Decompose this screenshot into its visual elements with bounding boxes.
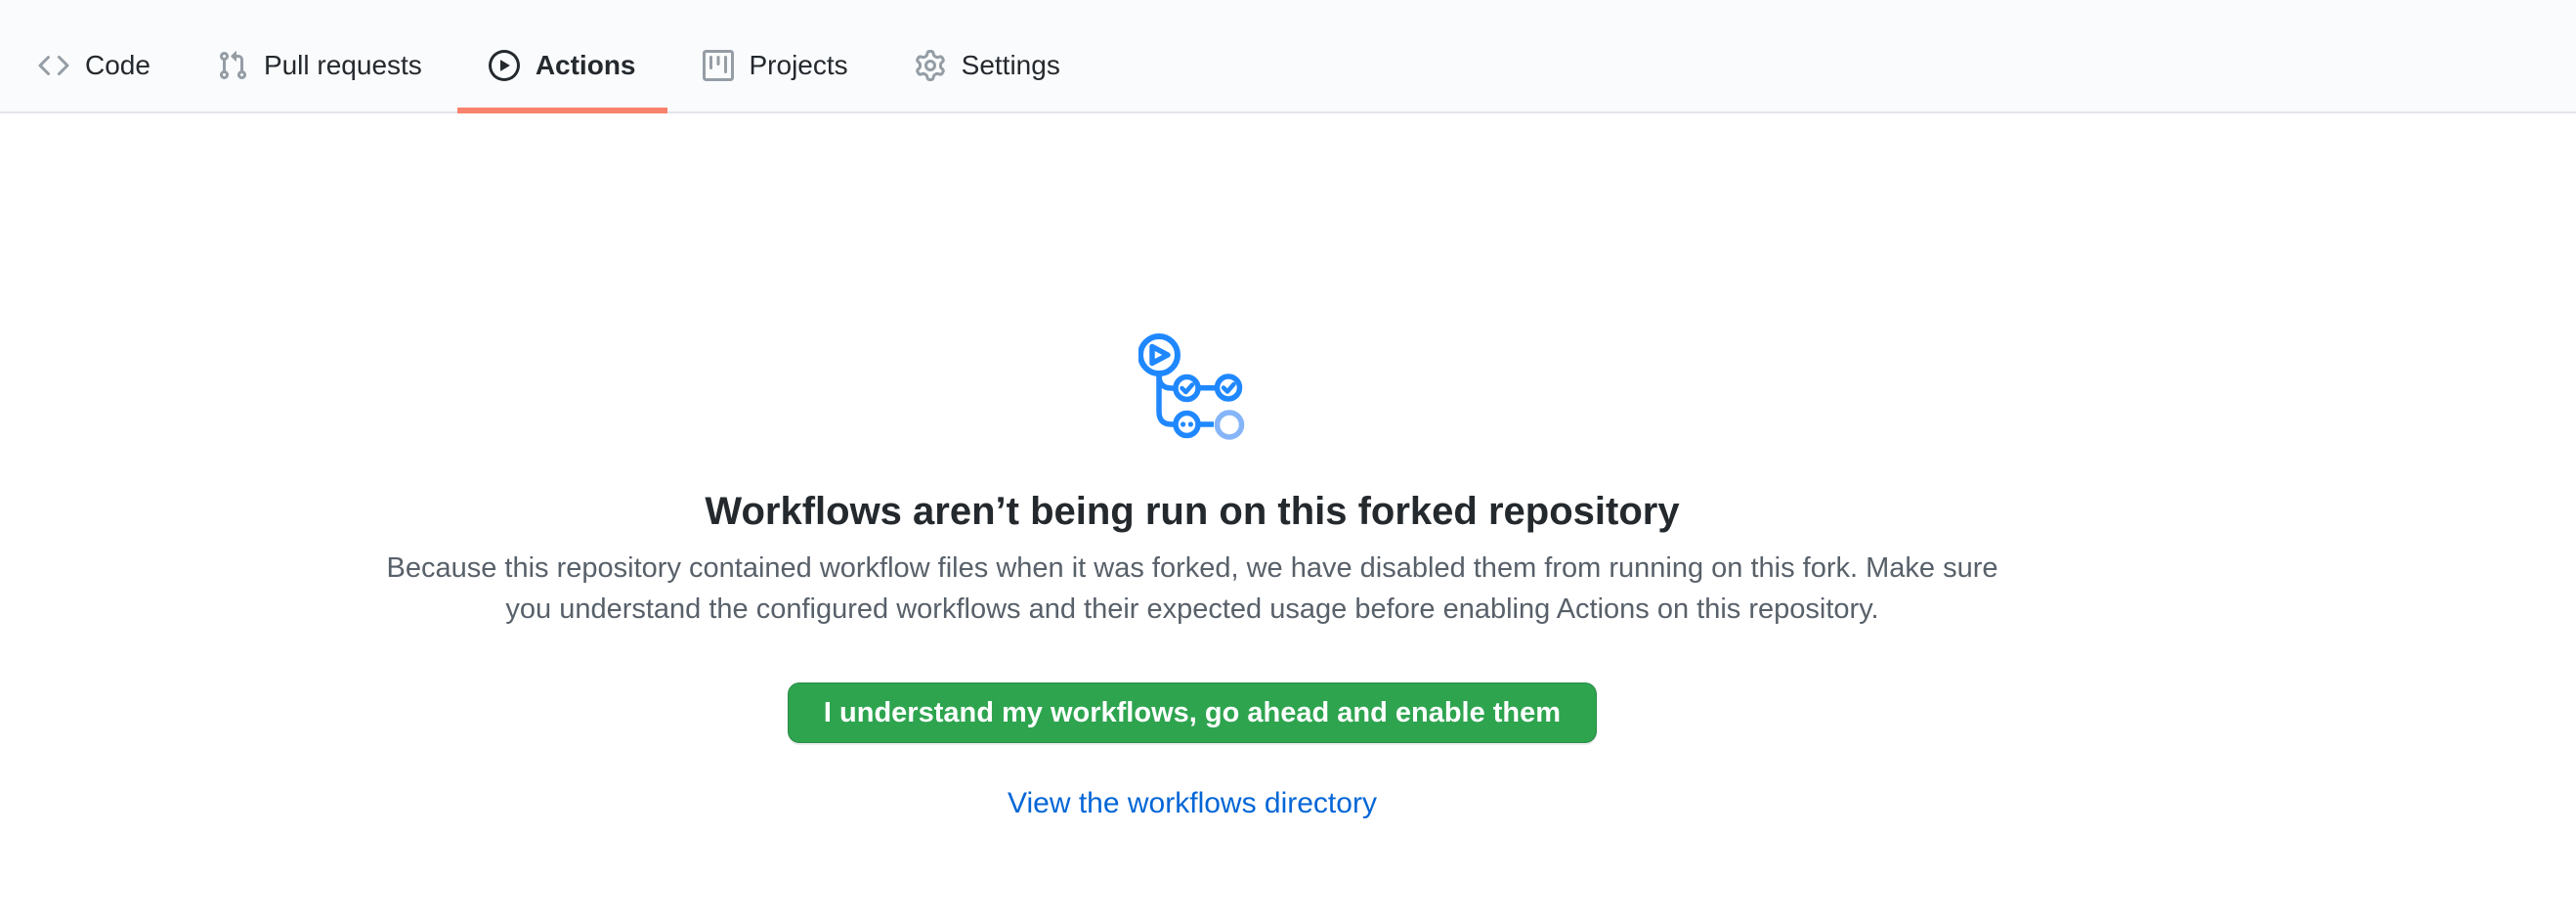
- repo-tab-nav: Code Pull requests Actions Projects Sett…: [0, 0, 2576, 113]
- project-icon: [703, 50, 734, 81]
- tab-projects-label: Projects: [750, 52, 848, 79]
- tab-projects[interactable]: Projects: [671, 20, 880, 111]
- actions-disabled-page: Workflows aren’t being run on this forke…: [0, 113, 2576, 821]
- tab-code-label: Code: [85, 52, 150, 79]
- play-icon: [489, 50, 520, 81]
- tab-actions[interactable]: Actions: [457, 20, 667, 111]
- tab-pull-requests[interactable]: Pull requests: [186, 20, 453, 111]
- tab-actions-label: Actions: [536, 52, 636, 79]
- enable-workflows-button[interactable]: I understand my workflows, go ahead and …: [788, 682, 1597, 743]
- blankslate-heading: Workflows aren’t being run on this forke…: [0, 487, 2384, 536]
- tab-pull-requests-label: Pull requests: [264, 52, 422, 79]
- tab-settings[interactable]: Settings: [883, 20, 1092, 111]
- code-icon: [38, 50, 69, 81]
- tab-code[interactable]: Code: [7, 20, 182, 111]
- gear-icon: [915, 50, 946, 81]
- git-pull-request-icon: [217, 50, 248, 81]
- view-workflows-directory-link[interactable]: View the workflows directory: [1008, 786, 1377, 821]
- workflow-illustration-icon: [0, 330, 2384, 444]
- blankslate-description: Because this repository contained workfl…: [381, 548, 2003, 630]
- link-row: View the workflows directory: [0, 786, 2384, 821]
- blankslate: Workflows aren’t being run on this forke…: [0, 113, 2384, 821]
- tab-settings-label: Settings: [962, 52, 1060, 79]
